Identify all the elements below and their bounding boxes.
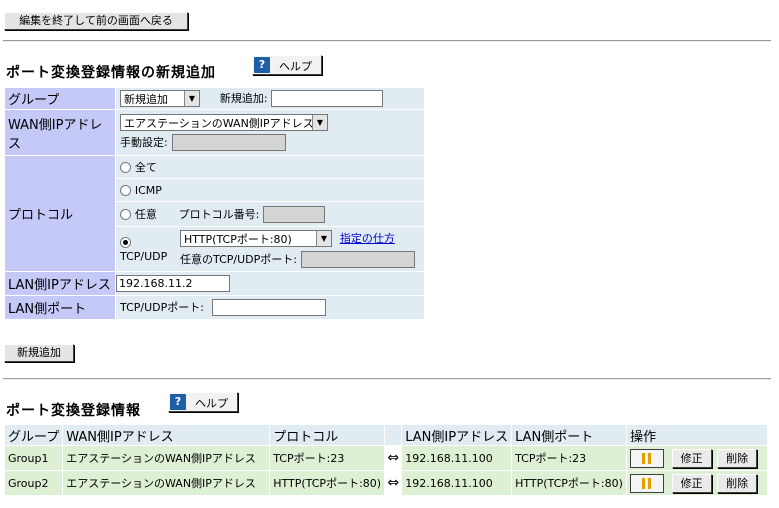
protocol-any-label: 任意: [134, 207, 157, 221]
header-wan-ip: WAN側IPアドレス: [62, 424, 271, 446]
group-select[interactable]: 新規追加 ▼: [120, 90, 200, 107]
add-form: グループ 新規追加 ▼ 新規追加: WAN側IPアドレス エアステーションのWA…: [4, 87, 425, 320]
group-label: グループ: [4, 87, 116, 110]
row-group: Group1: [3, 445, 64, 471]
bidirectional-arrow-icon: ⇔: [384, 470, 403, 496]
lan-ip-label: LAN側IPアドレス: [4, 271, 116, 296]
protocol-tcpudp-radio[interactable]: [120, 237, 131, 248]
port-mapping-table: グループ WAN側IPアドレス プロトコル LAN側IPアドレス LAN側ポート…: [3, 424, 769, 496]
help-icon: ?: [170, 394, 186, 410]
list-section-title: ポート変換登録情報: [6, 403, 141, 419]
header-lan-port: LAN側ポート: [511, 424, 628, 446]
header-ops: 操作: [626, 424, 769, 446]
edit-button[interactable]: 修正: [671, 473, 712, 493]
protocol-icmp-radio[interactable]: [120, 185, 131, 196]
protocol-any-radio[interactable]: [120, 208, 131, 220]
row-lan-port: HTTP(TCPポート:80): [511, 470, 628, 496]
manual-ip-input: [171, 134, 286, 151]
lan-port-label: LAN側ポート: [4, 295, 116, 320]
new-group-input[interactable]: [271, 90, 384, 107]
new-group-label: 新規追加:: [219, 92, 268, 105]
wan-ip-label: WAN側IPアドレス: [4, 109, 116, 156]
help-icon: ?: [254, 57, 270, 73]
pause-icon[interactable]: [630, 473, 665, 493]
add-section-title: ポート変換登録情報の新規追加: [6, 65, 216, 81]
delete-button[interactable]: 削除: [717, 473, 758, 493]
header-lan-ip: LAN側IPアドレス: [401, 424, 513, 446]
howto-link[interactable]: 指定の仕方: [340, 232, 395, 245]
help-button[interactable]: ? ヘルプ: [252, 55, 322, 75]
table-row: Group2 エアステーションのWAN側IPアドレス HTTP(TCPポート:8…: [3, 470, 769, 496]
tcpudp-select[interactable]: HTTP(TCPポート:80) ▼: [180, 230, 332, 247]
chevron-down-icon: ▼: [184, 91, 199, 106]
row-lan-port: TCPポート:23: [511, 445, 628, 471]
protocol-label: プロトコル: [4, 155, 116, 272]
table-row: Group1 エアステーションのWAN側IPアドレス TCPポート:23 ⇔ 1…: [3, 445, 769, 471]
protocol-all-radio[interactable]: [120, 162, 131, 173]
group-select-value: 新規追加: [124, 93, 168, 106]
divider: [3, 378, 771, 380]
pause-icon[interactable]: [630, 448, 665, 468]
edit-button[interactable]: 修正: [671, 448, 712, 468]
header-protocol: プロトコル: [269, 424, 386, 446]
help-label: ヘルプ: [195, 397, 228, 410]
wan-ip-select[interactable]: エアステーションのWAN側IPアドレス ▼: [120, 114, 328, 131]
protocol-tcpudp-label: TCP/UDP: [120, 250, 168, 263]
chevron-down-icon: ▼: [312, 115, 327, 130]
row-group: Group2: [3, 470, 64, 496]
header-group: グループ: [3, 424, 64, 446]
table-header: グループ WAN側IPアドレス プロトコル LAN側IPアドレス LAN側ポート…: [3, 424, 769, 446]
bidirectional-arrow-icon: ⇔: [384, 445, 403, 471]
any-port-label: 任意のTCP/UDPポート:: [180, 253, 297, 266]
divider: [3, 40, 771, 42]
row-wan-ip: エアステーションのWAN側IPアドレス: [62, 470, 271, 496]
lan-port-input[interactable]: [211, 299, 326, 316]
tcpudp-select-value: HTTP(TCPポート:80): [184, 233, 292, 246]
help-label: ヘルプ: [279, 60, 312, 73]
row-protocol: TCPポート:23: [269, 445, 386, 471]
manual-setting-label: 手動設定:: [120, 136, 168, 149]
lan-ip-input[interactable]: 192.168.11.2: [116, 275, 230, 292]
lan-port-port-label: TCP/UDPポート:: [120, 301, 204, 314]
row-protocol: HTTP(TCPポート:80): [269, 470, 386, 496]
header-gap: [384, 424, 403, 446]
back-button[interactable]: 編集を終了して前の画面へ戻る: [4, 12, 188, 30]
row-lan-ip: 192.168.11.100: [401, 470, 513, 496]
row-lan-ip: 192.168.11.100: [401, 445, 513, 471]
delete-button[interactable]: 削除: [717, 448, 758, 468]
add-button[interactable]: 新規追加: [4, 344, 74, 362]
any-port-input: [300, 251, 415, 268]
chevron-down-icon: ▼: [316, 231, 331, 246]
protocol-number-input: [263, 205, 326, 223]
row-wan-ip: エアステーションのWAN側IPアドレス: [62, 445, 271, 471]
protocol-number-label: プロトコル番号:: [178, 207, 260, 221]
protocol-all-label: 全て: [134, 161, 157, 174]
protocol-icmp-label: ICMP: [134, 184, 162, 197]
help-button[interactable]: ? ヘルプ: [168, 392, 238, 412]
wan-ip-select-value: エアステーションのWAN側IPアドレス: [124, 117, 314, 130]
